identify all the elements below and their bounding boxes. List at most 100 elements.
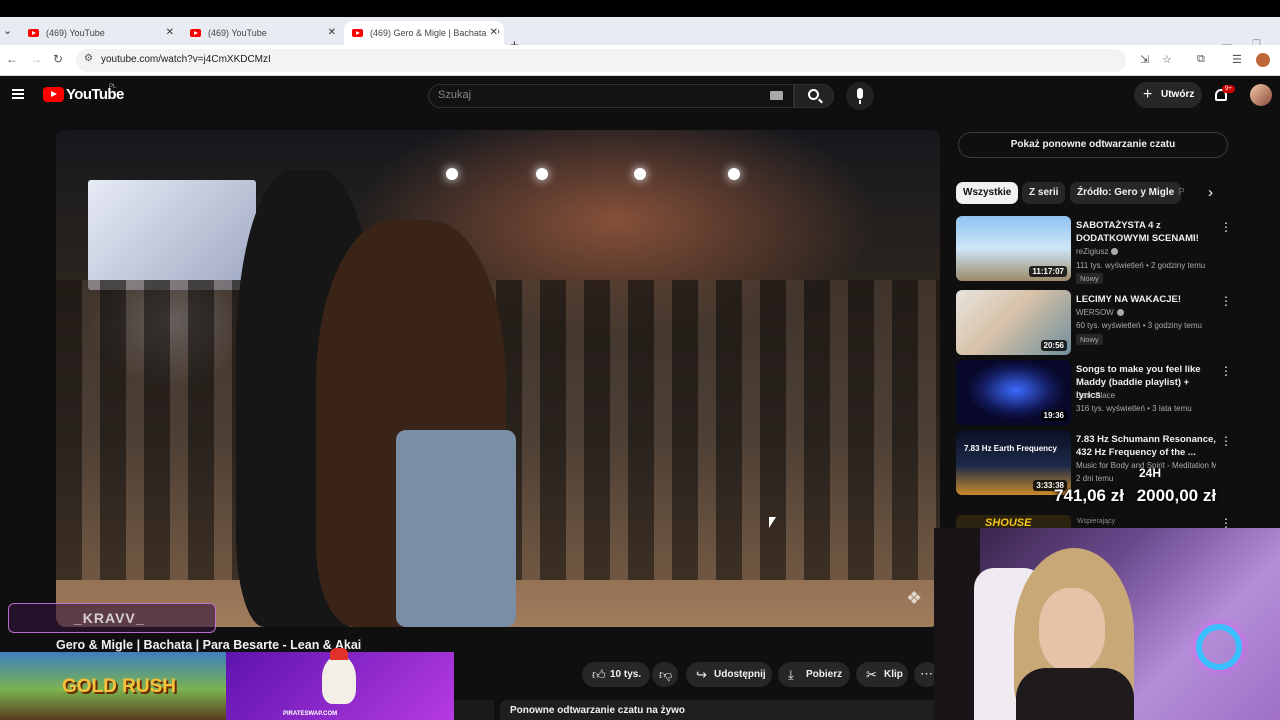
recommended-video[interactable]: 19:36 Songs to make you feel like Maddy … bbox=[956, 360, 1236, 426]
tab-bar: ⌄ (469) YouTube ✕ (469) YouTube ✕ (469) … bbox=[0, 17, 1280, 54]
search-icon bbox=[808, 89, 819, 100]
ad-pirateswap-text: PIRATESWAP.COM bbox=[283, 711, 338, 717]
video-player[interactable] bbox=[56, 130, 940, 627]
create-button[interactable]: + Utwórz bbox=[1134, 82, 1202, 108]
extensions-icon[interactable]: ⧉ bbox=[1197, 53, 1205, 66]
thumbs-down-icon: 👎︎ bbox=[659, 667, 673, 682]
webcam-headset-light bbox=[1196, 624, 1242, 670]
youtube-logo-icon[interactable] bbox=[43, 87, 64, 102]
chip-source[interactable]: Źródło: Gero y Migle bbox=[1070, 182, 1182, 204]
share-icon: ↪ bbox=[696, 667, 707, 682]
chip-partial[interactable]: P bbox=[1178, 182, 1200, 204]
like-button[interactable]: 👍︎ 10 tys. bbox=[582, 662, 650, 687]
menu-icon[interactable] bbox=[12, 89, 24, 99]
download-button[interactable]: ⤓ Pobierz bbox=[778, 662, 850, 687]
video-thumbnail[interactable]: 19:36 bbox=[956, 360, 1071, 425]
search-button[interactable] bbox=[794, 84, 834, 108]
video-meta: 2 dni temu bbox=[1076, 474, 1114, 483]
youtube-favicon-icon bbox=[190, 29, 201, 37]
dancer-jeans bbox=[396, 430, 516, 627]
sidebar-icon[interactable]: ☰ bbox=[1232, 53, 1242, 66]
notification-count-badge: 9+ bbox=[1222, 85, 1235, 93]
video-title[interactable]: SABOTAŻYSTA 4 z DODATKOWYMI SCENAMI! bbox=[1076, 219, 1216, 245]
tab-search-icon[interactable]: ⌄ bbox=[3, 24, 12, 37]
download-label: Pobierz bbox=[806, 669, 843, 680]
video-title[interactable]: 7.83 Hz Schumann Resonance, 432 Hz Frequ… bbox=[1076, 433, 1216, 459]
streamer-webcam-overlay bbox=[934, 528, 1280, 720]
video-thumbnail[interactable]: 20:56 bbox=[956, 290, 1071, 355]
dislike-button[interactable]: 👎︎ bbox=[652, 662, 678, 687]
more-options-icon[interactable]: ⋮ bbox=[1220, 220, 1232, 234]
search-box bbox=[428, 84, 794, 108]
divider bbox=[454, 700, 494, 720]
url-field[interactable]: ⚙ youtube.com/watch?v=j4CmXKDCMzI bbox=[76, 49, 1126, 72]
video-duration: 20:56 bbox=[1040, 340, 1067, 351]
mouse-cursor-icon bbox=[769, 517, 776, 528]
video-title: Gero & Migle | Bachata | Para Besarte - … bbox=[56, 638, 362, 652]
ad-rooster-mascot bbox=[322, 648, 356, 704]
thumbs-up-icon: 👍︎ bbox=[592, 667, 606, 682]
site-info-icon[interactable]: ⚙ bbox=[84, 53, 93, 64]
url-text[interactable]: youtube.com/watch?v=j4CmXKDCMzI bbox=[101, 54, 271, 65]
share-label: Udostępnij bbox=[714, 669, 766, 680]
video-duration: 19:36 bbox=[1040, 410, 1067, 421]
video-meta: 111 tys. wyświetleń • 2 godziny temu bbox=[1076, 261, 1206, 270]
chip-series[interactable]: Z serii bbox=[1022, 182, 1066, 204]
video-thumbnail[interactable]: 11:17:07 bbox=[956, 216, 1071, 281]
stage-light bbox=[446, 168, 458, 180]
chevron-right-icon[interactable]: › bbox=[1208, 184, 1213, 201]
reload-icon[interactable]: ↻ bbox=[53, 52, 63, 66]
voice-search-icon[interactable] bbox=[846, 82, 874, 110]
share-button[interactable]: ↪ Udostępnij bbox=[686, 662, 772, 687]
tab-title: (469) YouTube bbox=[208, 28, 267, 38]
like-count: 10 tys. bbox=[610, 669, 642, 680]
back-icon[interactable]: ← bbox=[6, 52, 18, 66]
clip-label: Klip bbox=[884, 669, 903, 680]
new-badge: Nowy bbox=[1076, 273, 1103, 284]
channel-name[interactable]: Dark Place bbox=[1076, 391, 1115, 400]
keyboard-icon[interactable] bbox=[770, 91, 783, 100]
tab-close-icon[interactable]: ✕ bbox=[486, 21, 498, 45]
recommended-video[interactable]: 11:17:07 SABOTAŻYSTA 4 z DODATKOWYMI SCE… bbox=[956, 216, 1236, 284]
more-options-icon[interactable]: ⋮ bbox=[1220, 294, 1232, 308]
search-input[interactable] bbox=[438, 89, 758, 101]
channel-name[interactable]: WERSOW bbox=[1076, 308, 1124, 317]
chip-all[interactable]: Wszystkie bbox=[956, 182, 1019, 204]
more-options-icon[interactable]: ⋮ bbox=[1220, 434, 1232, 448]
stage-light bbox=[634, 168, 646, 180]
donation-period-label: 24H bbox=[1139, 466, 1162, 480]
webcam-streamer-face bbox=[1039, 588, 1105, 672]
live-chat-replay-bar[interactable]: Ponowne odtwarzanie czatu na żywo bbox=[500, 700, 940, 720]
create-label: Utwórz bbox=[1161, 89, 1195, 100]
channel-name[interactable]: reZigiusz bbox=[1076, 247, 1119, 256]
video-meta: 60 tys. wyświetleń • 3 godziny temu bbox=[1076, 321, 1202, 330]
video-title[interactable]: LECIMY NA WAKACJE! bbox=[1076, 293, 1216, 306]
more-options-icon[interactable]: ⋮ bbox=[1220, 364, 1232, 378]
tab-title: (469) Gero & Migle | Bachata | P bbox=[370, 28, 500, 38]
tab-close-icon[interactable]: ✕ bbox=[166, 21, 174, 45]
browser-tab-2[interactable]: (469) YouTube ✕ bbox=[182, 21, 342, 45]
download-icon: ⤓ bbox=[788, 667, 794, 682]
video-duration: 11:17:07 bbox=[1029, 266, 1067, 277]
browser-tab-active[interactable]: (469) Gero & Migle | Bachata | P ✕ bbox=[344, 21, 504, 45]
install-icon[interactable]: ⇲ bbox=[1140, 53, 1149, 66]
browser-tab-1[interactable]: (469) YouTube ✕ bbox=[20, 21, 180, 45]
account-avatar[interactable] bbox=[1250, 84, 1272, 106]
browser-profile-icon[interactable] bbox=[1256, 53, 1270, 67]
recommended-video[interactable]: 20:56 LECIMY NA WAKACJE! WERSOW 60 tys. … bbox=[956, 290, 1236, 356]
webcam-streamer-body bbox=[1016, 668, 1134, 720]
donation-amount-current: 741,06 zł bbox=[1054, 486, 1124, 505]
top-black-strip bbox=[0, 0, 1280, 17]
show-chat-replay-button[interactable]: Pokaż ponowne odtwarzanie czatu bbox=[958, 132, 1228, 158]
tab-close-icon[interactable]: ✕ bbox=[328, 21, 336, 45]
new-badge: Nowy bbox=[1076, 334, 1103, 345]
region-code: PL bbox=[109, 84, 117, 90]
forward-icon[interactable]: → bbox=[30, 52, 42, 66]
youtube-favicon-icon bbox=[28, 29, 39, 37]
verified-icon bbox=[1111, 248, 1119, 255]
clip-button[interactable]: ✂ Klip bbox=[856, 662, 908, 687]
channel-brand-icon[interactable]: ❖ bbox=[906, 588, 922, 609]
video-meta: 316 tys. wyświetleń • 3 lata temu bbox=[1076, 404, 1192, 413]
bookmark-star-icon[interactable]: ☆ bbox=[1162, 53, 1172, 66]
address-bar: ← → ↻ ⚙ youtube.com/watch?v=j4CmXKDCMzI … bbox=[0, 45, 1280, 76]
